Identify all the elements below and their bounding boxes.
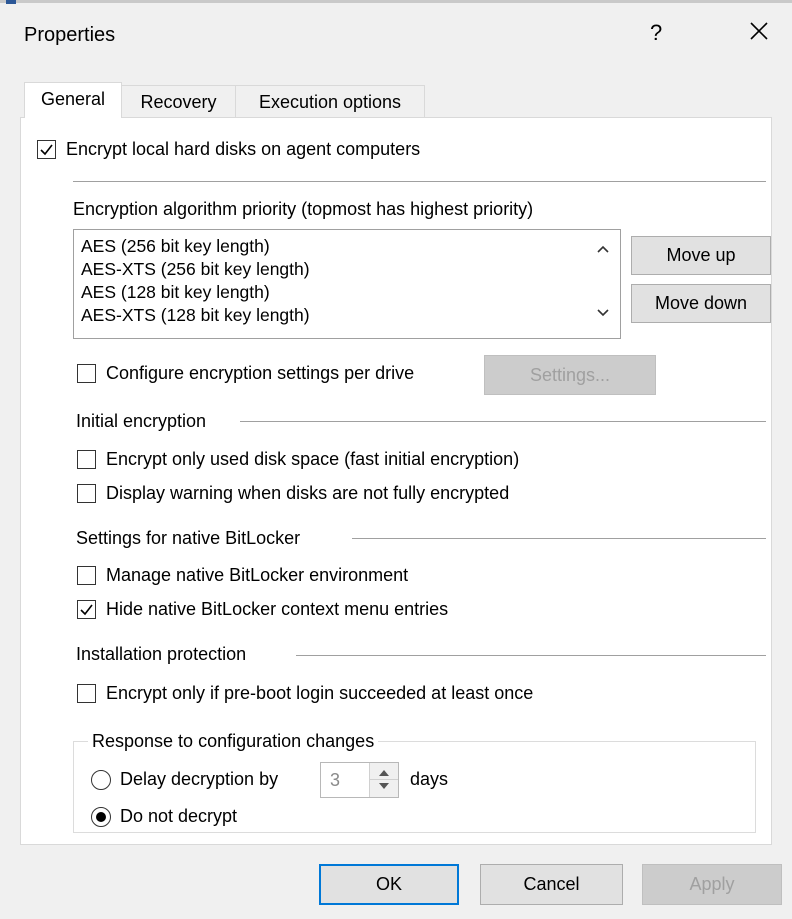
move-down-button[interactable]: Move down	[631, 284, 771, 323]
delay-decryption-label[interactable]: Delay decryption by	[120, 769, 278, 790]
encrypt-local-checkbox[interactable]	[37, 140, 56, 159]
display-warning-checkbox[interactable]	[77, 484, 96, 503]
close-button[interactable]	[744, 16, 774, 46]
parent-window-icon	[6, 0, 16, 4]
manage-bitlocker-label[interactable]: Manage native BitLocker environment	[106, 565, 408, 586]
stepper-arrows[interactable]	[369, 763, 398, 797]
chevron-up-icon[interactable]	[596, 244, 610, 254]
stepper-up-icon[interactable]	[379, 770, 389, 776]
used-space-label[interactable]: Encrypt only used disk space (fast initi…	[106, 449, 519, 470]
stepper-divider	[370, 779, 398, 780]
tab-recovery[interactable]: Recovery	[121, 85, 236, 118]
section-divider	[352, 538, 766, 539]
parent-window-border	[0, 0, 792, 3]
algorithm-priority-heading: Encryption algorithm priority (topmost h…	[73, 199, 534, 219]
per-drive-label[interactable]: Configure encryption settings per drive	[106, 363, 414, 384]
checkmark-icon	[40, 144, 53, 156]
section-divider	[73, 181, 766, 182]
section-divider	[240, 421, 766, 422]
list-item[interactable]: AES-XTS (256 bit key length)	[81, 259, 310, 280]
hide-menu-label[interactable]: Hide native BitLocker context menu entri…	[106, 599, 448, 620]
list-item[interactable]: AES (128 bit key length)	[81, 282, 270, 303]
parent-window-edge	[0, 0, 792, 6]
preboot-label[interactable]: Encrypt only if pre-boot login succeeded…	[106, 683, 533, 704]
ok-button[interactable]: OK	[319, 864, 459, 905]
settings-button[interactable]: Settings...	[484, 355, 656, 395]
move-up-button[interactable]: Move up	[631, 236, 771, 275]
close-icon	[750, 22, 768, 40]
help-button[interactable]: ?	[650, 20, 662, 46]
apply-button[interactable]: Apply	[642, 864, 782, 905]
dialog-title: Properties	[24, 24, 116, 46]
list-item[interactable]: AES (256 bit key length)	[81, 236, 270, 257]
delay-days-stepper[interactable]: 3	[320, 762, 399, 798]
hide-menu-checkbox[interactable]	[77, 600, 96, 619]
encrypt-local-label[interactable]: Encrypt local hard disks on agent comput…	[66, 139, 420, 160]
algorithm-listbox[interactable]: AES (256 bit key length) AES-XTS (256 bi…	[73, 229, 621, 339]
radio-selected-dot	[96, 812, 106, 822]
response-group-title: Response to configuration changes	[88, 731, 379, 752]
installation-protection-heading: Installation protection	[76, 644, 247, 664]
chevron-down-icon[interactable]	[596, 308, 610, 318]
days-label: days	[410, 769, 449, 789]
delay-decryption-radio[interactable]	[91, 770, 111, 790]
section-divider	[296, 655, 766, 656]
listbox-scrollbar[interactable]	[586, 230, 620, 338]
per-drive-checkbox[interactable]	[77, 364, 96, 383]
bitlocker-heading: Settings for native BitLocker	[76, 528, 301, 548]
cancel-button[interactable]: Cancel	[480, 864, 623, 905]
delay-days-value[interactable]: 3	[330, 770, 340, 791]
manage-bitlocker-checkbox[interactable]	[77, 566, 96, 585]
list-item[interactable]: AES-XTS (128 bit key length)	[81, 305, 310, 326]
display-warning-label[interactable]: Display warning when disks are not fully…	[106, 483, 509, 504]
checkmark-icon	[80, 604, 93, 616]
stepper-down-icon[interactable]	[379, 783, 389, 789]
initial-encryption-heading: Initial encryption	[76, 411, 207, 431]
used-space-checkbox[interactable]	[77, 450, 96, 469]
tab-general[interactable]: General	[24, 82, 122, 118]
do-not-decrypt-radio[interactable]	[91, 807, 111, 827]
tab-execution-options[interactable]: Execution options	[235, 85, 425, 118]
preboot-checkbox[interactable]	[77, 684, 96, 703]
do-not-decrypt-label[interactable]: Do not decrypt	[120, 806, 237, 827]
